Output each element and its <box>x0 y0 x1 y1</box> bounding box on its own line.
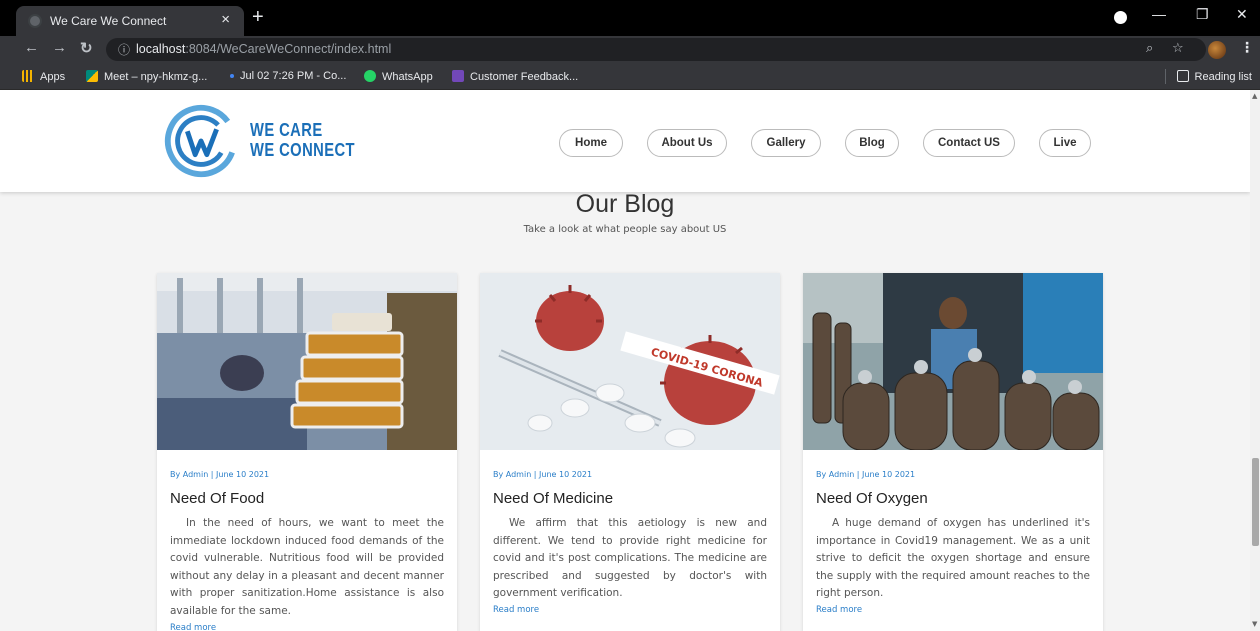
bookmark-calendar[interactable]: Jul 02 7:26 PM - Co... <box>230 70 346 82</box>
reload-icon[interactable]: ↻ <box>80 39 93 57</box>
nav-home[interactable]: Home <box>559 129 623 157</box>
bookmark-feedback[interactable]: Customer Feedback... <box>452 70 578 83</box>
section-subtitle: Take a look at what people say about US <box>523 224 727 235</box>
forward-icon[interactable]: → <box>52 39 67 56</box>
bookmark-whatsapp[interactable]: WhatsApp <box>364 70 433 83</box>
dot-icon <box>230 74 234 78</box>
bookmark-divider <box>1165 69 1166 84</box>
post-meta: By Admin | June 10 2021 <box>816 470 916 479</box>
nav-about-us[interactable]: About Us <box>647 129 727 157</box>
avatar[interactable] <box>1208 41 1226 59</box>
globe-icon <box>28 14 42 28</box>
tab-title: We Care We Connect <box>50 14 167 28</box>
back-icon[interactable]: ← <box>24 39 39 56</box>
bookmark-meet[interactable]: Meet – npy-hkmz-g... <box>86 70 207 83</box>
post-excerpt: In the need of hours, we want to meet th… <box>170 517 444 617</box>
post-title[interactable]: Need Of Medicine <box>493 490 613 507</box>
food-packets-photo <box>157 273 457 450</box>
blog-card: COVID-19 CORONA By Admin | June 10 2021 … <box>480 273 780 631</box>
minimize-icon[interactable]: — <box>1152 6 1166 22</box>
post-excerpt: We affirm that this aetiology is new and… <box>493 517 767 599</box>
oxygen-cylinders-photo <box>803 273 1103 450</box>
menu-icon[interactable]: ⋮ <box>1240 40 1254 56</box>
covid-medicine-photo: COVID-19 CORONA <box>480 273 780 450</box>
apps-grid-icon <box>22 70 34 82</box>
bookmark-apps[interactable]: Apps <box>22 70 65 83</box>
logo-icon[interactable] <box>162 102 240 180</box>
browser-tab[interactable]: We Care We Connect × <box>16 6 244 36</box>
nav-live[interactable]: Live <box>1039 129 1091 157</box>
forms-icon <box>452 70 464 82</box>
read-more-link[interactable]: Read more <box>170 623 216 631</box>
restore-icon[interactable]: ❐ <box>1196 6 1209 23</box>
nav-blog[interactable]: Blog <box>845 129 899 157</box>
page-scrollbar[interactable] <box>1250 90 1260 631</box>
reading-list[interactable]: Reading list <box>1176 70 1252 83</box>
read-more-link[interactable]: Read more <box>493 605 539 615</box>
post-title[interactable]: Need Of Food <box>170 490 264 507</box>
reading-list-icon <box>1176 70 1189 82</box>
meet-icon <box>86 70 98 82</box>
post-meta: By Admin | June 10 2021 <box>170 470 270 479</box>
nav-gallery[interactable]: Gallery <box>751 129 821 157</box>
close-window-icon[interactable]: ✕ <box>1236 6 1248 23</box>
close-tab-icon[interactable]: × <box>221 11 230 28</box>
profile-icon[interactable] <box>1114 11 1127 24</box>
url-text[interactable]: localhost:8084/WeCareWeConnect/index.htm… <box>136 42 391 56</box>
scroll-up-icon[interactable]: ▲ <box>1252 92 1257 100</box>
info-icon[interactable]: ⓘ <box>118 41 130 58</box>
whatsapp-icon <box>364 70 376 82</box>
site-header: WE CARE WE CONNECT Home About Us Gallery… <box>0 90 1250 192</box>
zoom-icon[interactable]: ⌕ <box>1146 41 1153 56</box>
logo-text[interactable]: WE CARE WE CONNECT <box>250 120 355 160</box>
blog-card: By Admin | June 10 2021 Need Of Oxygen A… <box>803 273 1103 631</box>
section-title: Our Blog <box>575 190 675 218</box>
bookmarks-bar: Apps Meet – npy-hkmz-g... Jul 02 7:26 PM… <box>0 63 1260 90</box>
post-title[interactable]: Need Of Oxygen <box>816 490 928 507</box>
post-excerpt: A huge demand of oxygen has underlined i… <box>816 517 1090 599</box>
star-icon[interactable]: ☆ <box>1172 41 1184 56</box>
address-bar[interactable]: ⓘ localhost:8084/WeCareWeConnect/index.h… <box>106 38 1206 61</box>
scrollbar-thumb[interactable] <box>1252 458 1259 546</box>
nav-contact-us[interactable]: Contact US <box>923 129 1015 157</box>
blog-card: By Admin | June 10 2021 Need Of Food In … <box>157 273 457 631</box>
scroll-down-icon[interactable]: ▼ <box>1252 620 1257 628</box>
read-more-link[interactable]: Read more <box>816 605 862 615</box>
web-page: WE CARE WE CONNECT Home About Us Gallery… <box>0 90 1250 631</box>
tab-bar: We Care We Connect × + — ❐ ✕ <box>0 0 1260 36</box>
browser-toolbar: ← → ↻ ⓘ localhost:8084/WeCareWeConnect/i… <box>0 36 1260 63</box>
new-tab-icon[interactable]: + <box>252 6 264 29</box>
post-meta: By Admin | June 10 2021 <box>493 470 593 479</box>
